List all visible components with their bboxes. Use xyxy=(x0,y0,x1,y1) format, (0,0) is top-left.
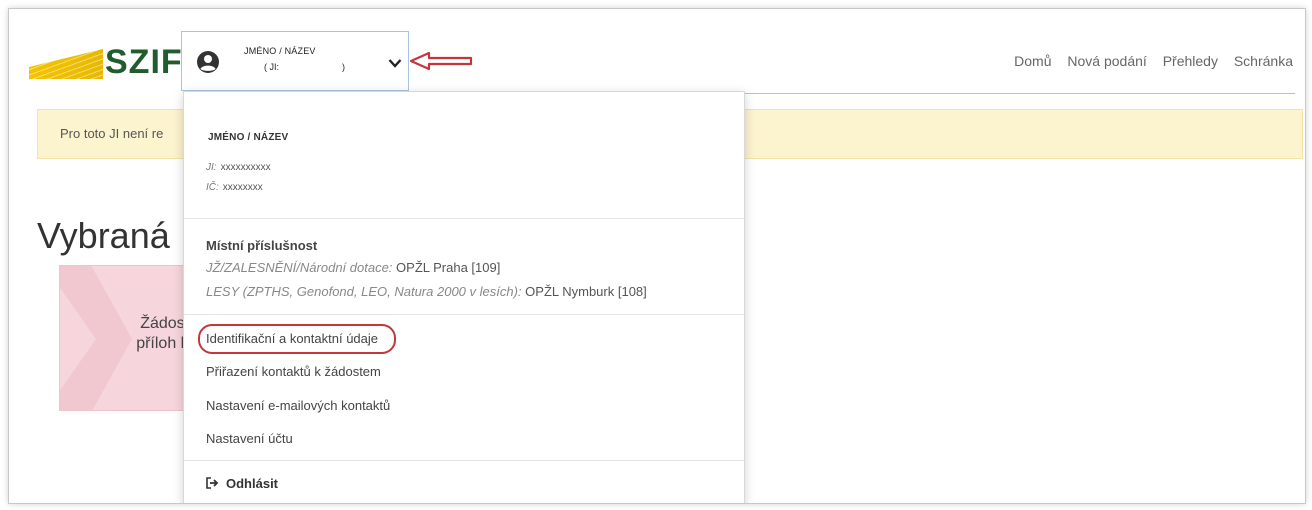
tile-label-line2: příloh k Žá xyxy=(136,335,188,352)
jurisdiction-rule: LESY (ZPTHS, Genofond, LEO, Natura 2000 … xyxy=(206,284,647,299)
tile-label: Žádosti P příloh k Žá xyxy=(74,314,189,354)
link-assign-contacts[interactable]: Přiřazení kontaktů k žádostem xyxy=(206,364,381,379)
dropdown-ic-row: IČ: xxxxxxxx xyxy=(206,182,263,193)
link-account-settings[interactable]: Nastavení účtu xyxy=(206,431,293,446)
nav-new-submission[interactable]: Nová podání xyxy=(1067,53,1146,69)
user-menu-ji-label: ( JI: xyxy=(264,62,279,72)
rule-label: LESY (ZPTHS, Genofond, LEO, Natura 2000 … xyxy=(206,284,522,299)
user-menu-button[interactable]: JMÉNO / NÁZEV ( JI: ) xyxy=(181,31,409,91)
user-dropdown-menu: JMÉNO / NÁZEV JI: xxxxxxxxxx IČ: xxxxxxxx … xyxy=(183,91,745,503)
nav-overviews[interactable]: Přehledy xyxy=(1163,53,1218,69)
ic-value: xxxxxxxx xyxy=(222,182,263,193)
rule-value: OPŽL Nymburk [108] xyxy=(525,284,647,299)
chevron-down-icon xyxy=(388,59,402,68)
dropdown-divider xyxy=(184,460,744,461)
szif-logo-mark xyxy=(29,49,103,79)
user-menu-ji-close: ) xyxy=(342,62,345,72)
dropdown-ji-row: JI: xxxxxxxxxx xyxy=(206,162,271,173)
ji-value: xxxxxxxxxx xyxy=(220,162,271,173)
jurisdiction-heading: Místní příslušnost xyxy=(206,238,318,253)
annotation-arrow-icon xyxy=(409,51,473,71)
logout-button[interactable]: Odhlásit xyxy=(206,476,278,491)
nav-home[interactable]: Domů xyxy=(1014,53,1051,69)
jurisdiction-rule: JŽ/ZALESNĚNÍ/Národní dotace: OPŽL Praha … xyxy=(206,260,500,275)
link-identification-contacts[interactable]: Identifikační a kontaktní údaje xyxy=(206,331,378,346)
dropdown-user-name: JMÉNO / NÁZEV xyxy=(208,132,289,143)
dropdown-divider xyxy=(184,314,744,315)
sign-out-icon xyxy=(206,477,219,489)
user-circle-icon xyxy=(197,51,219,73)
dropdown-divider xyxy=(184,218,744,219)
page-title: Vybraná xyxy=(37,215,170,256)
ji-label: JI: xyxy=(206,162,217,173)
browser-frame: SZIF JMÉNO / NÁZEV ( JI: ) Domů Nová pod… xyxy=(8,8,1306,504)
logout-label: Odhlásit xyxy=(226,476,279,491)
user-menu-name: JMÉNO / NÁZEV xyxy=(244,46,316,56)
top-navigation: Domů Nová podání Přehledy Schránka xyxy=(1002,53,1293,69)
alert-text: Pro toto JI není re xyxy=(60,126,164,141)
ic-label: IČ: xyxy=(206,182,219,193)
rule-value: OPŽL Praha [109] xyxy=(396,260,501,275)
link-email-contacts[interactable]: Nastavení e-mailových kontaktů xyxy=(206,398,390,413)
request-tile[interactable]: Žádosti P příloh k Žá xyxy=(59,265,189,411)
user-menu-ji: ( JI: ) xyxy=(264,62,345,72)
rule-label: JŽ/ZALESNĚNÍ/Národní dotace: xyxy=(206,260,393,275)
tile-label-line1: Žádosti P xyxy=(140,315,189,332)
nav-inbox[interactable]: Schránka xyxy=(1234,53,1293,69)
szif-logo-text: SZIF xyxy=(105,43,183,81)
